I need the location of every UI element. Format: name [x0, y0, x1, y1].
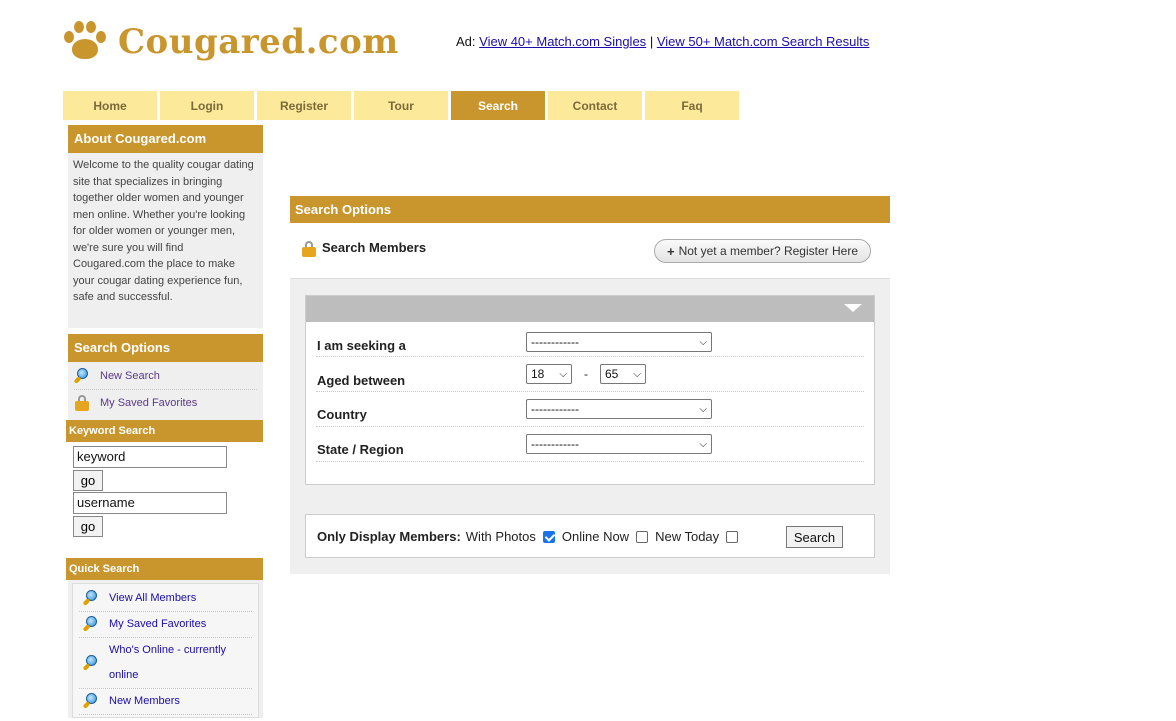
quick-item-whos-online[interactable]: Who's Online - currently online [79, 638, 252, 689]
new-today-checkbox[interactable] [726, 530, 739, 543]
ad-link-match-singles[interactable]: View 40+ Match.com Singles [479, 34, 646, 49]
search-panel-heading: Search Options [290, 196, 890, 223]
plus-icon: + [667, 243, 675, 259]
collapse-triangle-icon[interactable] [844, 304, 862, 312]
sidebar: About Cougared.com Welcome to the qualit… [66, 125, 263, 718]
quick-item-new-members[interactable]: New Members [79, 689, 252, 715]
quick-item-saved-favorites[interactable]: My Saved Favorites [79, 612, 252, 638]
state-select[interactable]: ------------ ⌵ [526, 434, 712, 454]
quick-item-view-all[interactable]: View All Members [79, 586, 252, 612]
sidebar-item-label: My Saved Favorites [100, 396, 198, 409]
ad-line: Ad: View 40+ Match.com Singles | View 50… [456, 34, 869, 49]
username-input[interactable] [73, 491, 227, 514]
country-select[interactable]: ------------ ⌵ [526, 399, 712, 419]
country-label: Country [317, 407, 367, 422]
logo-text: Cougared.com [118, 22, 399, 62]
keyword-go-button[interactable]: go [73, 469, 103, 491]
search-title-row: Search Members + Not yet a member? Regis… [290, 223, 890, 279]
state-label: State / Region [317, 442, 404, 457]
chevron-down-icon: ⌵ [699, 336, 707, 348]
age-row: Aged between 18 ⌵ - 65 ⌵ [316, 357, 864, 392]
online-now-label: Online Now [561, 529, 630, 544]
search-options-heading: Search Options [68, 333, 263, 362]
keyword-input[interactable] [73, 445, 227, 468]
nav-home[interactable]: Home [63, 91, 157, 120]
online-now-checkbox[interactable] [636, 530, 649, 543]
quick-search-heading: Quick Search [66, 557, 263, 580]
search-icon [82, 693, 99, 709]
search-options-list: New Search My Saved Favorites [68, 361, 263, 420]
quick-search-list: View All Members My Saved Favorites Who'… [68, 579, 263, 718]
age-min-value: 18 [531, 367, 545, 381]
seeking-label: I am seeking a [317, 338, 406, 353]
nav-search[interactable]: Search [451, 91, 545, 120]
criteria-collapse-bar[interactable] [306, 296, 874, 322]
search-icon [73, 368, 90, 384]
paw-icon [60, 17, 110, 67]
aged-label: Aged between [317, 373, 406, 388]
search-icon [82, 654, 99, 671]
nav-faq[interactable]: Faq [645, 91, 739, 120]
search-icon [82, 590, 99, 606]
register-button[interactable]: + Not yet a member? Register Here [654, 239, 871, 263]
about-text: Welcome to the quality cougar dating sit… [68, 153, 263, 328]
register-button-label: Not yet a member? Register Here [678, 244, 858, 258]
nav-register[interactable]: Register [257, 91, 351, 120]
site-logo[interactable]: Cougared.com [60, 14, 399, 70]
search-panel: Search Options Search Members + Not yet … [290, 196, 890, 574]
sidebar-item-saved-favorites[interactable]: My Saved Favorites [74, 390, 257, 416]
age-separator: - [584, 367, 588, 381]
with-photos-checkbox[interactable] [542, 530, 555, 543]
sidebar-item-label: New Search [100, 370, 160, 382]
age-min-select[interactable]: 18 ⌵ [526, 364, 572, 384]
username-go-button[interactable]: go [73, 515, 103, 537]
seeking-value: ------------ [531, 335, 579, 349]
about-heading: About Cougared.com [68, 125, 263, 153]
country-row: Country ------------ ⌵ [316, 392, 864, 427]
age-max-select[interactable]: 65 ⌵ [600, 364, 646, 384]
country-value: ------------ [531, 402, 579, 416]
lock-icon [301, 241, 317, 257]
ad-separator: | [649, 34, 654, 49]
quick-item-label: Who's Online - currently online [109, 643, 227, 681]
nav-login[interactable]: Login [160, 91, 254, 120]
display-filter-box: Only Display Members: With Photos Online… [305, 514, 875, 558]
state-row: State / Region ------------ ⌵ [316, 427, 864, 462]
nav-tour[interactable]: Tour [354, 91, 448, 120]
chevron-down-icon: ⌵ [699, 403, 707, 415]
keyword-search-area: go go [68, 441, 263, 537]
quick-item-label: View All Members [109, 592, 197, 604]
search-criteria-box: I am seeking a ------------ ⌵ Aged betwee… [305, 295, 875, 485]
quick-item-label: New Members [109, 695, 180, 707]
sidebar-item-new-search[interactable]: New Search [73, 364, 257, 390]
display-filter-label: Only Display Members: [317, 529, 461, 544]
lock-icon [74, 394, 90, 411]
chevron-down-icon: ⌵ [559, 368, 567, 380]
age-max-value: 65 [605, 367, 619, 381]
keyword-search-heading: Keyword Search [66, 419, 263, 442]
ad-prefix: Ad: [456, 34, 476, 49]
quick-item-label: My Saved Favorites [109, 618, 207, 630]
seeking-row: I am seeking a ------------ ⌵ [316, 322, 864, 357]
page-title: Search Members [322, 240, 427, 255]
main-nav: Home Login Register Tour Search Contact … [63, 91, 742, 120]
nav-contact[interactable]: Contact [548, 91, 642, 120]
search-button[interactable]: Search [786, 526, 843, 548]
search-icon [82, 616, 99, 632]
display-filters: Only Display Members: With Photos Online… [317, 529, 745, 544]
with-photos-label: With Photos [465, 529, 536, 544]
new-today-label: New Today [655, 529, 720, 544]
seeking-select[interactable]: ------------ ⌵ [526, 332, 712, 352]
state-value: ------------ [531, 437, 579, 451]
ad-link-match-results[interactable]: View 50+ Match.com Search Results [657, 34, 870, 49]
chevron-down-icon: ⌵ [633, 368, 641, 380]
chevron-down-icon: ⌵ [699, 438, 707, 450]
